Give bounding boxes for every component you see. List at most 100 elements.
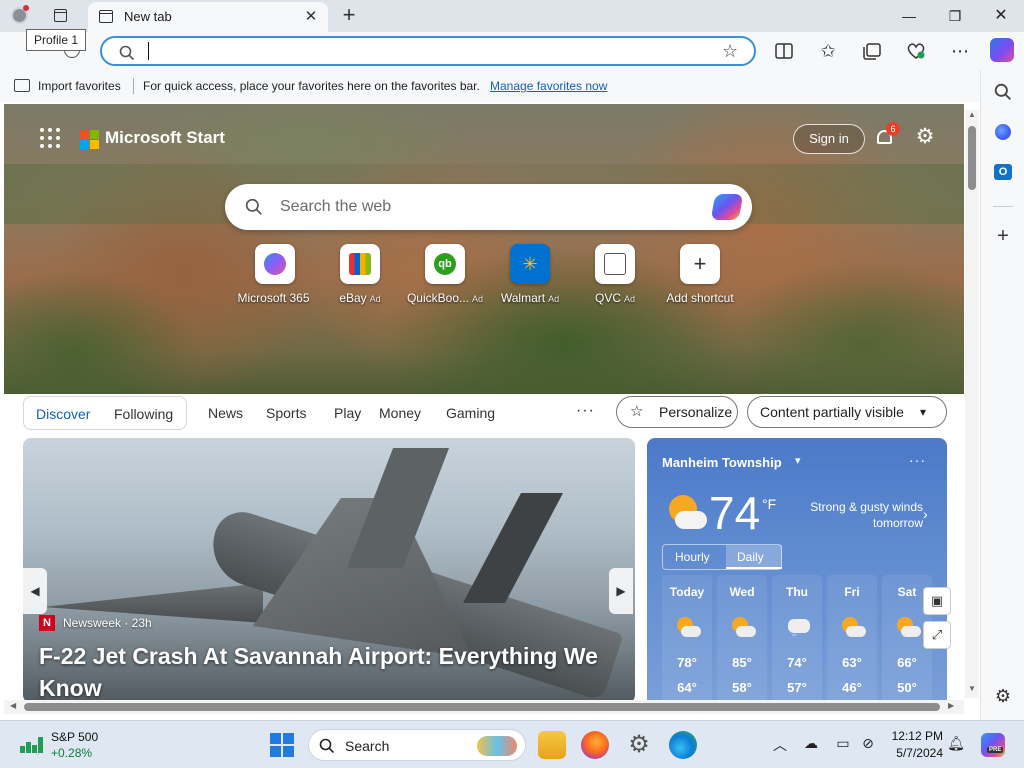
shortcut-qvc[interactable]: QVC Ad	[570, 244, 660, 310]
copilot-icon[interactable]	[990, 38, 1014, 62]
shortcut-ebay[interactable]: eBay Ad	[315, 244, 405, 310]
vertical-scrollbar[interactable]: ▲ ▼	[965, 110, 979, 698]
forecast-day-name: Fri	[844, 585, 860, 599]
shortcut-walmart[interactable]: ✳ Walmart Ad	[485, 244, 575, 310]
forecast-day[interactable]: Today 78° 64°	[662, 575, 712, 703]
favorites-icon[interactable]: ✩	[816, 40, 840, 62]
forecast-day[interactable]: Thu ''' 74° 57°	[772, 575, 822, 703]
forecast-low: 57°	[787, 680, 807, 695]
page-settings-gear-icon[interactable]: ⚙	[914, 126, 936, 148]
sidebar-divider	[993, 206, 1013, 207]
horizontal-scroll-thumb[interactable]	[24, 703, 940, 711]
edge-icon[interactable]	[669, 731, 697, 759]
weather-alert[interactable]: Strong & gusty winds tomorrow	[807, 499, 923, 531]
copilot-app-icon[interactable]	[995, 124, 1011, 140]
tab-close-button[interactable]: ✕	[302, 8, 320, 26]
windows-taskbar: S&P 500 +0.28% Search ⚙ ︿ ☁ ▭ ⊘ 12:12 PM…	[0, 720, 1024, 768]
carousel-next-button[interactable]: ▶	[609, 568, 633, 614]
app-launcher-icon[interactable]	[40, 128, 60, 148]
scroll-down-icon[interactable]: ▼	[967, 684, 977, 693]
notifications-bell-icon[interactable]: 6	[874, 122, 900, 150]
firefox-icon[interactable]	[581, 731, 609, 759]
device-icon[interactable]: ▭	[833, 735, 853, 752]
hero-background: Microsoft Start Sign in 6 ⚙ Search the w…	[4, 104, 964, 394]
chevron-right-icon[interactable]: ›	[923, 506, 928, 522]
split-screen-icon[interactable]	[772, 40, 796, 62]
web-search-box[interactable]: Search the web	[225, 184, 752, 230]
network-icon[interactable]: ⊘	[858, 735, 878, 752]
expand-icon[interactable]: ⤢	[923, 621, 951, 649]
personalize-button[interactable]: ☆ Personalize	[616, 396, 738, 428]
feed-link-sports[interactable]: Sports	[266, 405, 306, 421]
import-favorites-button[interactable]: Import favorites	[38, 79, 121, 93]
rain-showers-icon: '''	[785, 617, 811, 642]
restore-button[interactable]: ❐	[932, 0, 978, 32]
shortcut-quickbooks[interactable]: qb QuickBoo... Ad	[400, 244, 490, 310]
tab-following[interactable]: Following	[114, 406, 173, 422]
feed-link-money[interactable]: Money	[379, 405, 421, 421]
chevron-down-icon[interactable]: ▾	[795, 454, 801, 467]
copilot-taskbar-icon[interactable]: PRE	[981, 733, 1005, 757]
shortcut-microsoft-365[interactable]: Microsoft 365	[230, 244, 320, 310]
onedrive-icon[interactable]: ☁	[801, 735, 821, 752]
sign-in-button[interactable]: Sign in	[793, 124, 865, 154]
tab-actions-icon	[54, 9, 67, 22]
sidebar-settings-icon[interactable]: ⚙	[991, 684, 1015, 708]
profile-button[interactable]	[8, 5, 32, 27]
weather-location[interactable]: Manheim Township	[662, 455, 782, 470]
notification-badge: 6	[886, 122, 900, 136]
more-icon[interactable]: ⋯	[948, 40, 972, 62]
carousel-prev-button[interactable]: ◀	[23, 568, 47, 614]
news-headline[interactable]: F-22 Jet Crash At Savannah Airport: Ever…	[39, 640, 609, 703]
weather-card[interactable]: Manheim Township ▾ ··· 74 °F Strong & gu…	[647, 438, 947, 703]
feed-link-news[interactable]: News	[208, 405, 243, 421]
featured-news-card[interactable]: ◀ ▶ N Newsweek · 23h F-22 Jet Crash At S…	[23, 438, 635, 703]
image-search-icon[interactable]: ▣	[923, 587, 951, 615]
import-favorites-icon[interactable]	[14, 79, 30, 92]
scroll-up-icon[interactable]: ▲	[967, 110, 977, 119]
scroll-left-icon[interactable]: ◀	[10, 701, 16, 710]
address-bar[interactable]: ☆	[100, 36, 756, 66]
stock-name[interactable]: S&P 500	[51, 730, 98, 744]
vertical-scroll-thumb[interactable]	[968, 126, 976, 190]
address-input[interactable]	[148, 42, 708, 60]
tab-actions-button[interactable]	[48, 6, 72, 26]
add-favorite-star-icon[interactable]: ☆	[722, 41, 738, 62]
feed-link-gaming[interactable]: Gaming	[446, 405, 495, 421]
manage-favorites-link[interactable]: Manage favorites now	[490, 79, 607, 93]
tab-new-tab[interactable]: New tab ✕	[88, 2, 328, 32]
weather-tab-daily[interactable]: Daily	[737, 550, 764, 564]
notifications-bell-icon[interactable]: 🔔︎	[946, 735, 966, 752]
forecast-day[interactable]: Wed 85° 58°	[717, 575, 767, 703]
windows-start-icon[interactable]	[270, 733, 294, 757]
sidebar-search-icon[interactable]	[991, 80, 1015, 104]
taskbar-search-box[interactable]: Search	[308, 729, 526, 761]
favorites-bar: Import favorites For quick access, place…	[0, 70, 980, 102]
clock-date[interactable]: 5/7/2024	[891, 746, 943, 760]
forecast-day[interactable]: Fri 63° 46°	[827, 575, 877, 703]
collections-icon[interactable]	[860, 40, 884, 62]
add-shortcut-button[interactable]: + Add shortcut	[655, 244, 745, 310]
stock-chart-icon[interactable]	[20, 735, 44, 753]
tab-discover[interactable]: Discover	[36, 406, 90, 422]
content-visibility-dropdown[interactable]: Content partially visible ▾	[747, 396, 947, 428]
feed-more-button[interactable]: ···	[576, 402, 595, 420]
feed-link-play[interactable]: Play	[334, 405, 361, 421]
file-explorer-icon[interactable]	[538, 731, 566, 759]
horizontal-scrollbar[interactable]: ◀ ▶	[4, 700, 964, 714]
settings-app-icon[interactable]: ⚙	[625, 731, 653, 759]
minimize-button[interactable]: —	[886, 0, 932, 32]
show-hidden-icons-chevron-icon[interactable]: ︿	[770, 735, 790, 755]
sidebar-add-icon[interactable]: +	[991, 224, 1015, 248]
weather-tab-hourly[interactable]: Hourly	[675, 550, 710, 564]
close-window-button[interactable]: ✕	[978, 0, 1024, 32]
copilot-search-icon[interactable]	[710, 194, 744, 220]
browser-essentials-icon[interactable]	[904, 40, 928, 62]
weather-more-icon[interactable]: ···	[909, 452, 926, 468]
clock-time[interactable]: 12:12 PM	[891, 729, 943, 743]
new-tab-button[interactable]: +	[338, 4, 360, 26]
scroll-right-icon[interactable]: ▶	[948, 701, 954, 710]
stock-change: +0.28%	[51, 746, 93, 760]
outlook-icon[interactable]: O	[994, 164, 1012, 180]
quickbooks-icon: qb	[434, 253, 456, 275]
